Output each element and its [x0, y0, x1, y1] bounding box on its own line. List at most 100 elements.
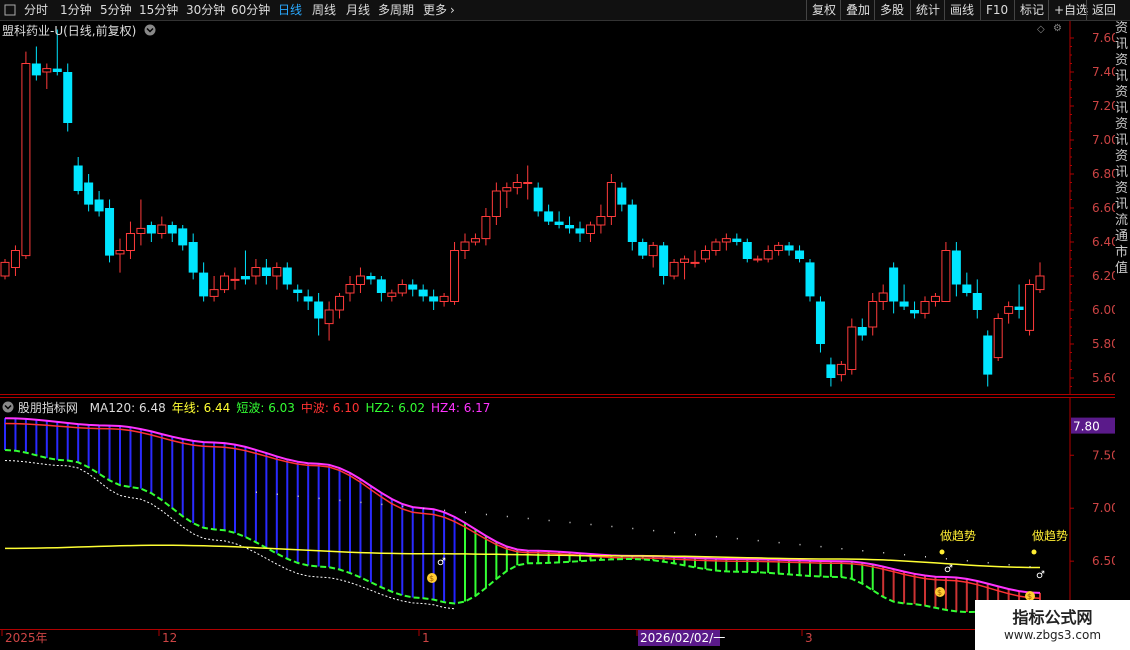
- svg-text:$: $: [429, 574, 434, 583]
- chevron-right-icon[interactable]: ›: [450, 0, 455, 20]
- main-title-bar: 盟科药业-U(日线,前复权): [2, 22, 156, 39]
- candle: [282, 262, 292, 290]
- candle: [533, 182, 543, 217]
- candle: [157, 216, 167, 239]
- toolbar-button[interactable]: 复权: [806, 0, 841, 20]
- candle: [199, 262, 209, 302]
- date-axis: 2025年 12 1 2026/02/02/一 3: [0, 630, 1070, 650]
- candle: [397, 279, 407, 297]
- candle: [836, 361, 846, 382]
- candle: [105, 199, 115, 263]
- legend-label: MA120:: [89, 401, 136, 415]
- candle: [408, 279, 418, 297]
- candle: [742, 238, 752, 263]
- candle: [784, 242, 794, 256]
- candle: [481, 208, 491, 246]
- candle: [910, 301, 920, 319]
- candle: [21, 51, 31, 259]
- period-tab[interactable]: 15分钟: [139, 0, 178, 20]
- watermark-logo: 指标公式网 www.zbgs3.com: [975, 600, 1130, 650]
- diamond-icon[interactable]: ◇: [1037, 24, 1045, 35]
- candle: [42, 63, 52, 89]
- arrow-marker-icon: ♂: [437, 557, 446, 568]
- y-tick-label: 6.20: [1092, 269, 1115, 283]
- candle: [146, 221, 156, 242]
- toolbar-button[interactable]: 画线: [944, 0, 979, 20]
- y-tick-label: 6.40: [1092, 235, 1115, 249]
- candle: [450, 242, 460, 305]
- indicator-line: [4, 449, 1041, 614]
- toolbar-button[interactable]: 返回: [1086, 0, 1121, 20]
- candle: [10, 245, 20, 276]
- toolbar-button[interactable]: 统计: [910, 0, 945, 20]
- value-marker: 7.80: [1073, 420, 1100, 434]
- period-tab[interactable]: 月线: [346, 0, 370, 20]
- period-tab[interactable]: 30分钟: [186, 0, 225, 20]
- back-square-icon[interactable]: [4, 0, 18, 20]
- candle: [868, 293, 878, 336]
- candle: [638, 238, 648, 259]
- toolbar-button[interactable]: 标记: [1014, 0, 1049, 20]
- legend-item: HZ4: 6.17: [431, 401, 490, 415]
- candlestick-chart[interactable]: 7.60 7.40 7.20 7.00 6.80 6.60 6.40 6.20 6.00 5.80…: [0, 21, 1115, 395]
- period-tab[interactable]: 60分钟: [231, 0, 270, 20]
- period-tab[interactable]: 日线: [278, 0, 302, 20]
- y-tick-label: 5.80: [1092, 337, 1115, 351]
- candle: [209, 276, 219, 302]
- date-tick-label: 12: [162, 631, 177, 645]
- candle: [606, 174, 616, 225]
- legend-value: 6.03: [264, 401, 295, 415]
- candle: [554, 211, 564, 229]
- period-tab[interactable]: 5分钟: [100, 0, 132, 20]
- candle: [251, 259, 261, 285]
- toolbar: 分时 1分钟 5分钟 15分钟 30分钟 60分钟 日线 周线 月线 多周期 更多 › 复权 叠加 多股…: [0, 0, 1130, 21]
- toolbar-button[interactable]: 叠加: [840, 0, 875, 20]
- candle: [669, 259, 679, 280]
- candle: [648, 242, 658, 268]
- candle: [941, 242, 951, 302]
- dropdown-circle-icon[interactable]: [2, 401, 14, 413]
- candle: [324, 301, 334, 341]
- indicator-line: [4, 417, 1041, 594]
- candle: [585, 221, 595, 242]
- dropdown-circle-icon[interactable]: [144, 24, 156, 36]
- y-tick-label: 7.40: [1092, 65, 1115, 79]
- legend-label: HZ2:: [365, 401, 395, 415]
- period-tab[interactable]: 多周期: [378, 0, 414, 20]
- candle: [1004, 301, 1014, 324]
- indicator-chart[interactable]: 7.507.006.506.007.80做趋势做趋势$$$♂♂♂: [0, 397, 1115, 630]
- y-tick-label: 7.60: [1092, 31, 1115, 45]
- candle: [230, 267, 240, 290]
- candle: [523, 165, 533, 200]
- candle: [659, 242, 669, 285]
- legend-item: 短波: 6.03: [236, 401, 295, 415]
- legend-items: MA120: 6.48 年线: 6.44 短波: 6.03 中波: 6.10 HZ2: …: [90, 401, 497, 415]
- period-tab[interactable]: 1分钟: [60, 0, 92, 20]
- toolbar-button[interactable]: F10: [980, 0, 1013, 20]
- indicator-line: [4, 422, 1041, 599]
- candle: [63, 63, 73, 132]
- candle: [0, 259, 10, 280]
- candle: [795, 245, 805, 263]
- candle: [1025, 279, 1035, 336]
- ind-y-tick-label: 7.50: [1092, 448, 1115, 462]
- period-tab[interactable]: 更多: [423, 0, 447, 20]
- right-info-strip[interactable]: 资讯资讯资讯资讯资讯资讯流通市值: [1115, 21, 1130, 630]
- toolbar-button[interactable]: 多股: [874, 0, 909, 20]
- candle: [167, 221, 177, 242]
- legend-label: 中波:: [300, 401, 329, 415]
- candle: [847, 318, 857, 375]
- gear-icon[interactable]: ⚙: [1053, 23, 1062, 34]
- money-bag-icon: $: [935, 587, 945, 597]
- candle: [753, 255, 763, 263]
- candle: [575, 221, 585, 242]
- candle: [470, 233, 480, 246]
- period-tab[interactable]: 分时: [24, 0, 48, 20]
- candle: [962, 272, 972, 297]
- candle: [512, 174, 522, 195]
- candle: [366, 272, 376, 285]
- period-tab[interactable]: 周线: [312, 0, 336, 20]
- candle: [951, 242, 961, 297]
- legend-item: 中波: 6.10: [301, 401, 360, 415]
- candle: [700, 245, 710, 263]
